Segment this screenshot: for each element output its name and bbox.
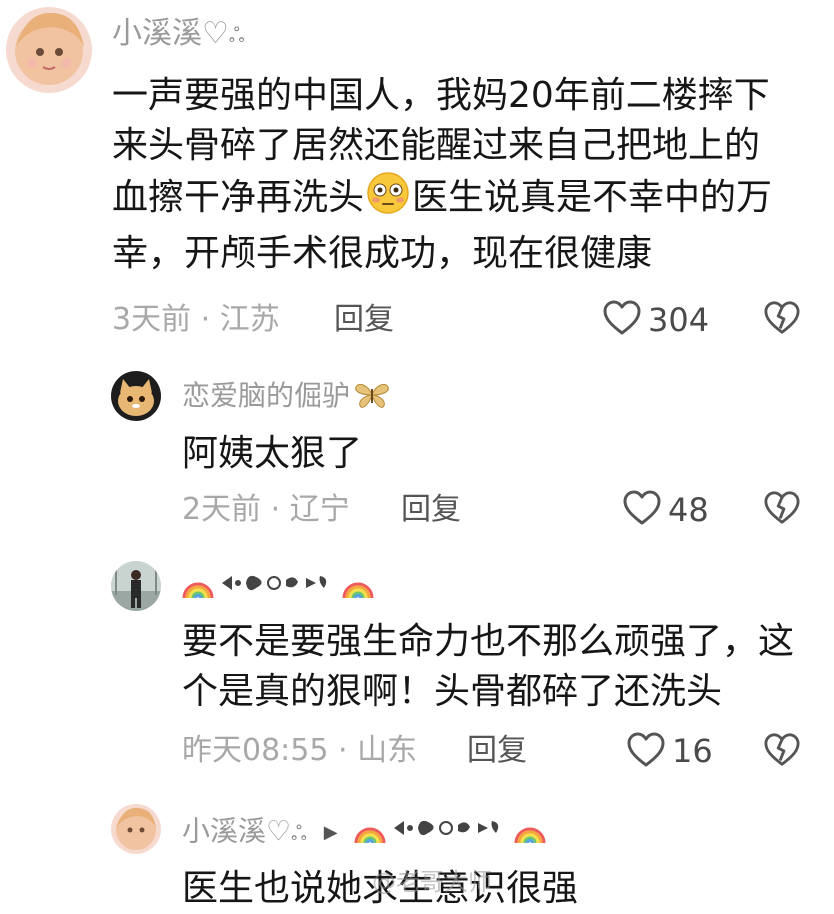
comment-text: 阿姨太狠了 — [182, 433, 363, 474]
reply-button[interactable]: 回复 — [334, 302, 394, 338]
reply-button[interactable]: 回复 — [467, 733, 527, 769]
like-count: 48 — [668, 491, 709, 529]
rainbow-emoji — [182, 572, 214, 604]
comment-text: 要不是要强生命力也不那么顽强了，这 个是真的狠啊！头骨都碎了还洗头 — [182, 621, 795, 712]
heart-icon[interactable] — [626, 731, 666, 769]
comment-author[interactable] — [182, 568, 374, 607]
comment-meta: 3天前 · 江苏 — [112, 302, 280, 337]
avatar[interactable] — [111, 804, 161, 854]
like-count: 304 — [648, 301, 710, 339]
broken-heart-icon[interactable] — [763, 300, 801, 336]
comment-meta: 昨天08:55 · 山东 — [182, 733, 418, 768]
avatar[interactable] — [111, 371, 161, 421]
rainbow-emoji — [514, 817, 546, 849]
avatar[interactable] — [6, 7, 92, 93]
flushed-face-emoji — [366, 171, 410, 229]
watermark: @老哥大师 — [372, 868, 492, 896]
comment-author[interactable]: 小溪溪♡ஃ — [112, 16, 245, 53]
reply-arrow-icon: ▶ — [323, 821, 338, 843]
bow-ornament — [218, 568, 338, 607]
comment-meta: 2天前 · 辽宁 — [182, 492, 350, 527]
rainbow-emoji — [342, 572, 374, 604]
bow-ornament: ஃ — [291, 820, 307, 845]
rainbow-emoji — [354, 817, 386, 849]
heart-icon[interactable] — [602, 299, 642, 337]
broken-heart-icon[interactable] — [763, 490, 801, 526]
heart-icon[interactable] — [622, 489, 662, 527]
butterfly-icon — [354, 381, 390, 418]
like-count: 16 — [672, 732, 713, 770]
bow-ornament: ஃ — [228, 22, 245, 47]
comment-author[interactable]: 恋爱脑的倔驴 — [182, 378, 390, 418]
comment-author[interactable]: 小溪溪♡ஃ ▶ — [182, 813, 546, 852]
avatar[interactable] — [111, 561, 161, 611]
bow-ornament — [390, 813, 510, 852]
broken-heart-icon[interactable] — [763, 732, 801, 768]
comment-text: 一声要强的中国人，我妈20年前二楼摔下 来头骨碎了居然还能醒过来自己把地上的 血… — [112, 75, 773, 274]
reply-button[interactable]: 回复 — [401, 492, 461, 528]
